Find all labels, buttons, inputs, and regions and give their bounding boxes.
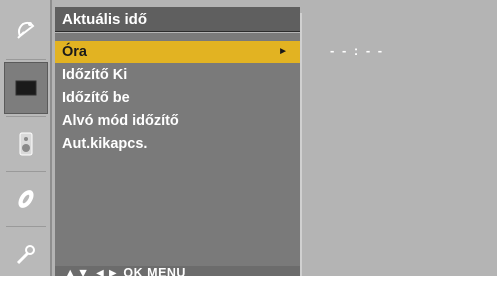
screen-icon [15,80,37,96]
icon-divider [6,171,46,172]
category-picture[interactable] [4,62,48,114]
icon-divider [6,59,46,60]
category-options[interactable] [4,228,48,280]
menu-title: Aktuális idő [55,7,300,32]
wrench-icon [16,245,35,265]
submenu-arrow-icon: ► [278,46,288,57]
speaker-icon [19,132,33,156]
value-panel: - - : - - [300,13,497,276]
tv-osd-menu: Aktuális idő Óra ► Időzítő Ki Időzítő be… [0,0,497,280]
menu-item-sleep-timer[interactable]: Alvó mód időzítő [55,110,300,132]
icon-divider [6,116,46,117]
menu-list: Óra ► Időzítő Ki Időzítő be Alvó mód idő… [55,33,300,266]
menu-item-label: Óra [62,44,87,60]
category-time[interactable] [4,173,48,225]
category-icon-strip [0,0,52,276]
bottom-margin [0,276,497,285]
clock-value: - - : - - [330,43,385,58]
menu-item-auto-off[interactable]: Aut.kikapcs. [55,133,300,155]
category-audio[interactable] [4,118,48,170]
menu-item-ora[interactable]: Óra ► [55,41,300,63]
menu-item-on-timer[interactable]: Időzítő be [55,87,300,109]
disc-icon [18,190,34,208]
icon-divider [6,226,46,227]
category-setup[interactable] [4,4,48,56]
menu-item-off-timer[interactable]: Időzítő Ki [55,64,300,86]
satellite-dish-icon [17,21,35,39]
